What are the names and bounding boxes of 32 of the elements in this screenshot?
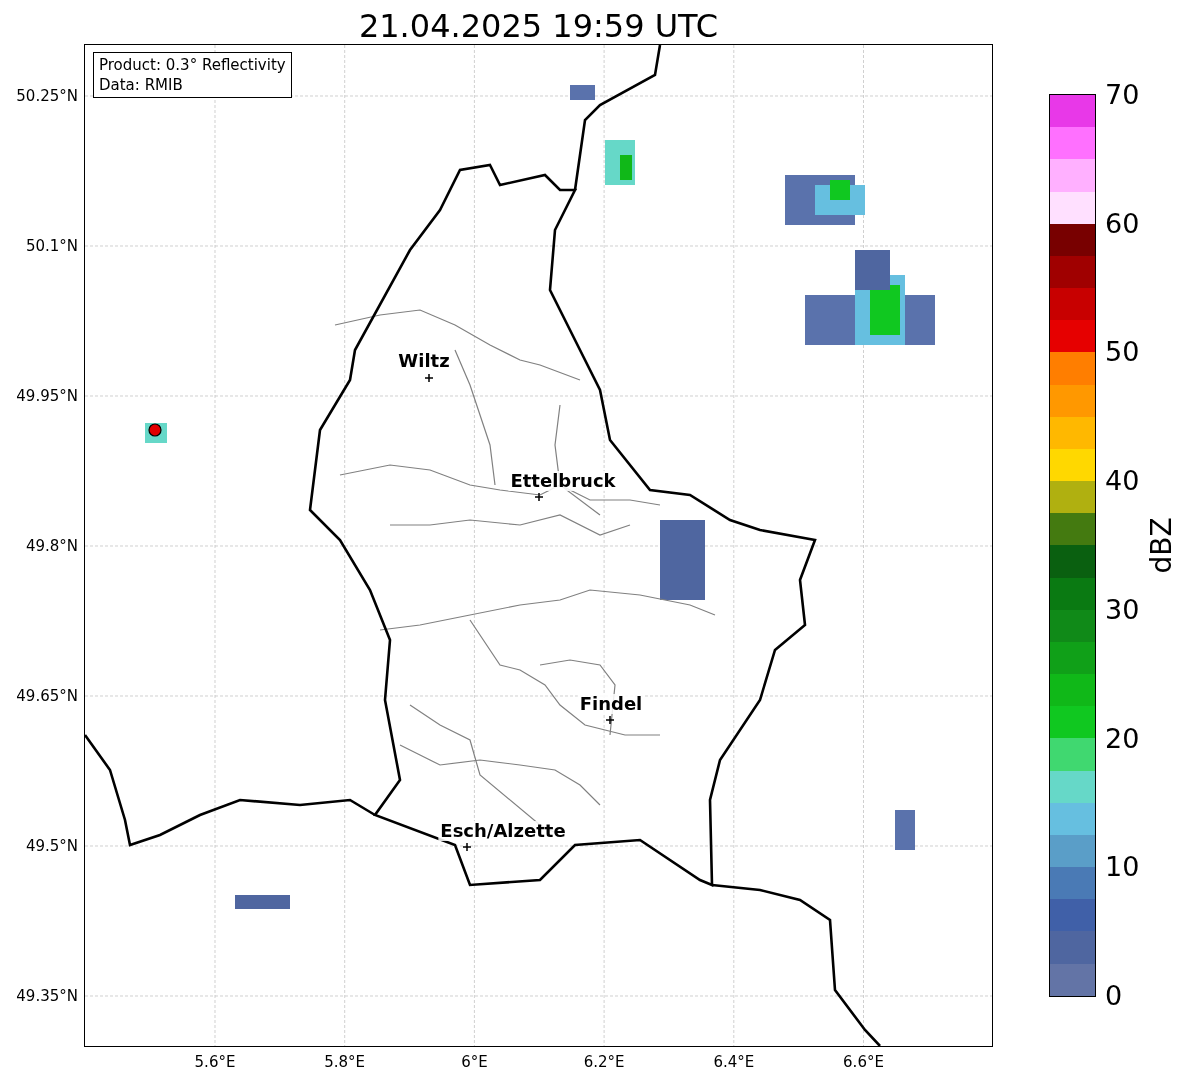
city-marker-icon (535, 493, 543, 501)
x-tick-label: 5.8°E (324, 1053, 366, 1071)
city-marker-icon (463, 843, 471, 851)
y-tick-label: 49.8°N (25, 537, 78, 555)
colorbar-tick-label: 30 (1105, 592, 1140, 627)
colorbar-tick-label: 10 (1105, 850, 1140, 885)
info-text: Product: 0.3° Reflectivity (99, 55, 286, 75)
city-label: Esch/Alzette (438, 821, 568, 841)
city-label: Ettelbruck (508, 471, 618, 491)
colorbar-tick-label: 40 (1105, 464, 1140, 499)
chart-title: 21.04.2025 19:59 UTC (358, 7, 719, 45)
city-label: Findel (577, 694, 645, 714)
y-tick-label: 50.25°N (16, 87, 78, 105)
y-tick-label: 49.5°N (25, 837, 78, 855)
colorbar-tick-label: 60 (1105, 206, 1140, 241)
colorbar-tick-label: 0 (1105, 978, 1123, 1013)
x-tick-label: 6°E (461, 1053, 488, 1071)
y-tick-label: 49.35°N (16, 987, 78, 1005)
x-tick-label: 6.6°E (843, 1053, 884, 1071)
colorbar-tick-label: 20 (1105, 721, 1140, 756)
y-tick-label: 49.65°N (16, 687, 78, 705)
colorbar-tick-label: 70 (1105, 78, 1140, 112)
info-text: Data: RMIB (99, 75, 184, 95)
x-tick-label: 6.2°E (583, 1053, 625, 1071)
colorbar-tick-label: 50 (1105, 335, 1140, 370)
y-tick-label: 49.95°N (16, 387, 78, 405)
city-marker-icon (606, 716, 614, 724)
x-tick-label: 6.4°E (713, 1053, 755, 1071)
x-tick-label: 5.6°E (194, 1053, 236, 1071)
colorbar-label: dBZ (1144, 517, 1178, 574)
city-marker-icon (425, 374, 433, 382)
y-tick-label: 50.1°N (25, 237, 78, 255)
